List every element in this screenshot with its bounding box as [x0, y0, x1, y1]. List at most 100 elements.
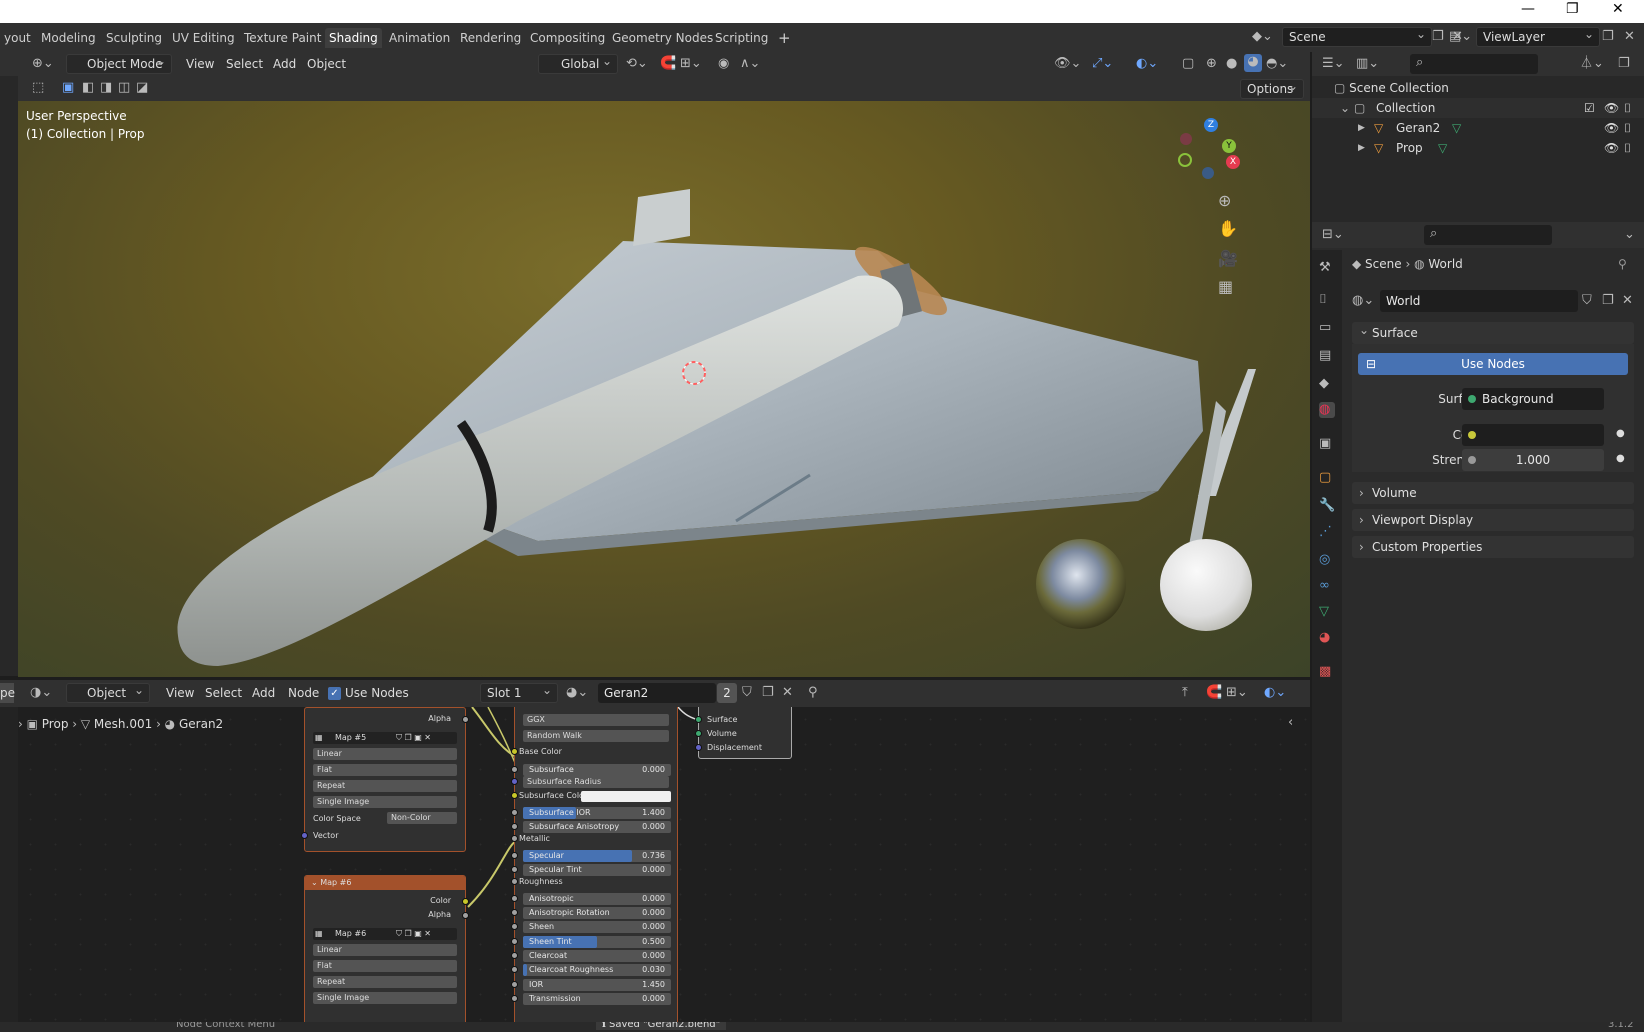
- use-nodes-checkbox[interactable]: ✓: [328, 687, 341, 700]
- data-tab-icon[interactable]: ▽: [1319, 604, 1335, 620]
- menu-select[interactable]: Select: [226, 54, 263, 74]
- output-tab-icon[interactable]: ▭: [1319, 320, 1335, 336]
- outliner-collection-row[interactable]: ⌄ ▢ Collection ☑ 👁 ⌷: [1312, 98, 1644, 118]
- eye-icon[interactable]: 👁: [1604, 98, 1619, 118]
- input-socket[interactable]: [511, 995, 518, 1002]
- input-socket[interactable]: [511, 966, 518, 973]
- navigation-gizmo[interactable]: Z Y X: [1170, 111, 1240, 181]
- select-extend-icon[interactable]: ◧: [82, 80, 94, 96]
- tab-layout[interactable]: yout: [0, 28, 35, 48]
- roughness-socket[interactable]: [511, 878, 518, 885]
- pan-icon[interactable]: ✋: [1218, 221, 1238, 237]
- outliner-item-geran2[interactable]: ▶ ▽ Geran2 ▽ 👁 ⌷: [1312, 118, 1644, 138]
- transform-orientation[interactable]: Global: [538, 52, 618, 74]
- collapse-icon[interactable]: ⌄: [311, 878, 320, 887]
- render-tab-icon[interactable]: ⌷: [1319, 292, 1335, 308]
- custom-properties-panel-header[interactable]: Custom Properties: [1352, 536, 1634, 558]
- add-workspace-button[interactable]: +: [774, 28, 795, 48]
- bsdf-input-ior[interactable]: IOR 1.450: [511, 979, 671, 991]
- outliner-editor-icon[interactable]: ☰⌄: [1322, 56, 1345, 72]
- color-output-socket[interactable]: [462, 898, 469, 905]
- input-socket[interactable]: [511, 809, 518, 816]
- bsdf-input-sheen-tint[interactable]: Sheen Tint 0.500: [511, 936, 671, 948]
- gizmo-x-axis[interactable]: X: [1226, 155, 1240, 169]
- input-socket[interactable]: [511, 952, 518, 959]
- chevron-down-icon[interactable]: ⌄: [1624, 227, 1635, 243]
- zoom-icon[interactable]: ⊕: [1218, 193, 1231, 209]
- bsdf-input-subsurface[interactable]: Subsurface 0.000: [511, 764, 671, 776]
- filter-icon[interactable]: ⏃⌄: [1580, 56, 1604, 72]
- subsurface-radius-socket[interactable]: [511, 778, 518, 785]
- tab-scripting[interactable]: Scripting: [711, 28, 772, 48]
- surface-input-socket[interactable]: [695, 716, 702, 723]
- mode-selector[interactable]: Object Mode: [66, 52, 172, 74]
- source-dropdown[interactable]: Single Image: [313, 992, 457, 1004]
- tab-compositing[interactable]: Compositing: [526, 28, 609, 48]
- world-icon[interactable]: ◍⌄: [1352, 293, 1374, 309]
- snap-icon[interactable]: 🧲: [1206, 685, 1222, 701]
- collection-tab-icon[interactable]: ▣: [1319, 436, 1335, 452]
- new-scene-icon[interactable]: ❐: [1432, 29, 1444, 45]
- tweak-tool-icon[interactable]: ⬚: [32, 80, 44, 96]
- projection-dropdown[interactable]: Flat: [313, 764, 457, 776]
- restore-button[interactable]: ❐: [1566, 1, 1579, 17]
- falloff-icon[interactable]: ∧⌄: [740, 56, 760, 72]
- solid-shading-icon[interactable]: ●: [1226, 56, 1237, 72]
- alpha-output-socket[interactable]: [462, 716, 469, 723]
- parent-node-icon[interactable]: ⤒: [1182, 685, 1188, 701]
- rendered-shading-icon[interactable]: ◓⌄: [1266, 56, 1288, 72]
- displacement-input-socket[interactable]: [695, 744, 702, 751]
- base-color-socket[interactable]: [511, 748, 518, 755]
- view-layer-icon[interactable]: ▤⌄: [1449, 29, 1472, 45]
- interpolation-dropdown[interactable]: Linear: [313, 748, 457, 760]
- tool-tab-icon[interactable]: ⚒: [1319, 260, 1335, 276]
- projection-dropdown[interactable]: Flat: [313, 960, 457, 972]
- extension-dropdown[interactable]: Repeat: [313, 976, 457, 988]
- material-slot-selector[interactable]: Slot 1: [480, 681, 558, 703]
- fake-user-icon[interactable]: ⛉: [742, 685, 752, 701]
- image-texture-node-map5[interactable]: Alpha ▦ Map #5 ⛉ ❐ ▣ ✕ Linear Flat Repea…: [301, 707, 469, 852]
- sidebar-toggle-icon[interactable]: ‹: [1288, 715, 1293, 731]
- outliner-search[interactable]: ⌕: [1410, 54, 1538, 74]
- unlink-icon[interactable]: ✕: [1622, 293, 1633, 309]
- input-socket[interactable]: [511, 852, 518, 859]
- view-layer-tab-icon[interactable]: ▤: [1319, 348, 1335, 364]
- new-collection-icon[interactable]: ❐: [1618, 56, 1630, 72]
- bsdf-input-anisotropic-rotation[interactable]: Anisotropic Rotation 0.000: [511, 907, 671, 919]
- options-dropdown[interactable]: Options: [1240, 77, 1304, 99]
- menu-add[interactable]: Add: [252, 683, 275, 703]
- fake-user-icon[interactable]: ⛉: [1582, 293, 1592, 309]
- pin-icon[interactable]: ⚲: [1618, 254, 1627, 274]
- overlay-icon[interactable]: ◐⌄: [1264, 685, 1286, 701]
- input-socket[interactable]: [511, 909, 518, 916]
- new-view-layer-icon[interactable]: ❐: [1602, 29, 1614, 45]
- bsdf-input-clearcoat[interactable]: Clearcoat 0.000: [511, 950, 671, 962]
- surface-panel-header[interactable]: Surface: [1352, 319, 1634, 344]
- subsurface-radius-dropdown[interactable]: Subsurface Radius: [523, 776, 669, 788]
- pin-icon[interactable]: ⚲: [808, 685, 818, 701]
- material-output-node[interactable]: Surface Volume Displacement: [695, 707, 792, 759]
- input-socket[interactable]: [511, 923, 518, 930]
- tab-shading[interactable]: Shading: [325, 28, 382, 48]
- tab-geometry-nodes[interactable]: Geometry Nodes: [608, 28, 717, 48]
- node-editor[interactable]: › ▣ Prop › ▽ Mesh.001 › ◕ Geran2 Alpha ▦…: [18, 707, 1310, 1022]
- subsurface-method-dropdown[interactable]: Random Walk: [523, 730, 669, 742]
- bsdf-input-subsurface-anisotropy[interactable]: Subsurface Anisotropy 0.000: [511, 821, 671, 833]
- material-users-count[interactable]: 2: [717, 683, 737, 703]
- tab-animation[interactable]: Animation: [385, 28, 454, 48]
- distribution-dropdown[interactable]: GGX: [523, 714, 669, 726]
- menu-select[interactable]: Select: [205, 683, 242, 703]
- keyframe-dot-icon[interactable]: ●: [1616, 428, 1625, 439]
- tab-modeling[interactable]: Modeling: [37, 28, 100, 48]
- gizmo-z-axis[interactable]: Z: [1204, 118, 1218, 132]
- eye-icon[interactable]: 👁: [1604, 118, 1619, 138]
- shader-mode-selector[interactable]: Object: [66, 681, 150, 703]
- material-shading-icon[interactable]: ◕: [1244, 54, 1262, 72]
- viewport-display-panel-header[interactable]: Viewport Display: [1352, 509, 1634, 531]
- surface-shader-field[interactable]: Background: [1462, 388, 1604, 410]
- world-name-field[interactable]: World: [1380, 290, 1578, 312]
- overlay-icon[interactable]: ◐⌄: [1136, 56, 1158, 72]
- new-material-icon[interactable]: ❐: [762, 685, 774, 701]
- particles-tab-icon[interactable]: ⋰: [1319, 524, 1335, 540]
- gizmo-neg-y[interactable]: [1178, 153, 1192, 167]
